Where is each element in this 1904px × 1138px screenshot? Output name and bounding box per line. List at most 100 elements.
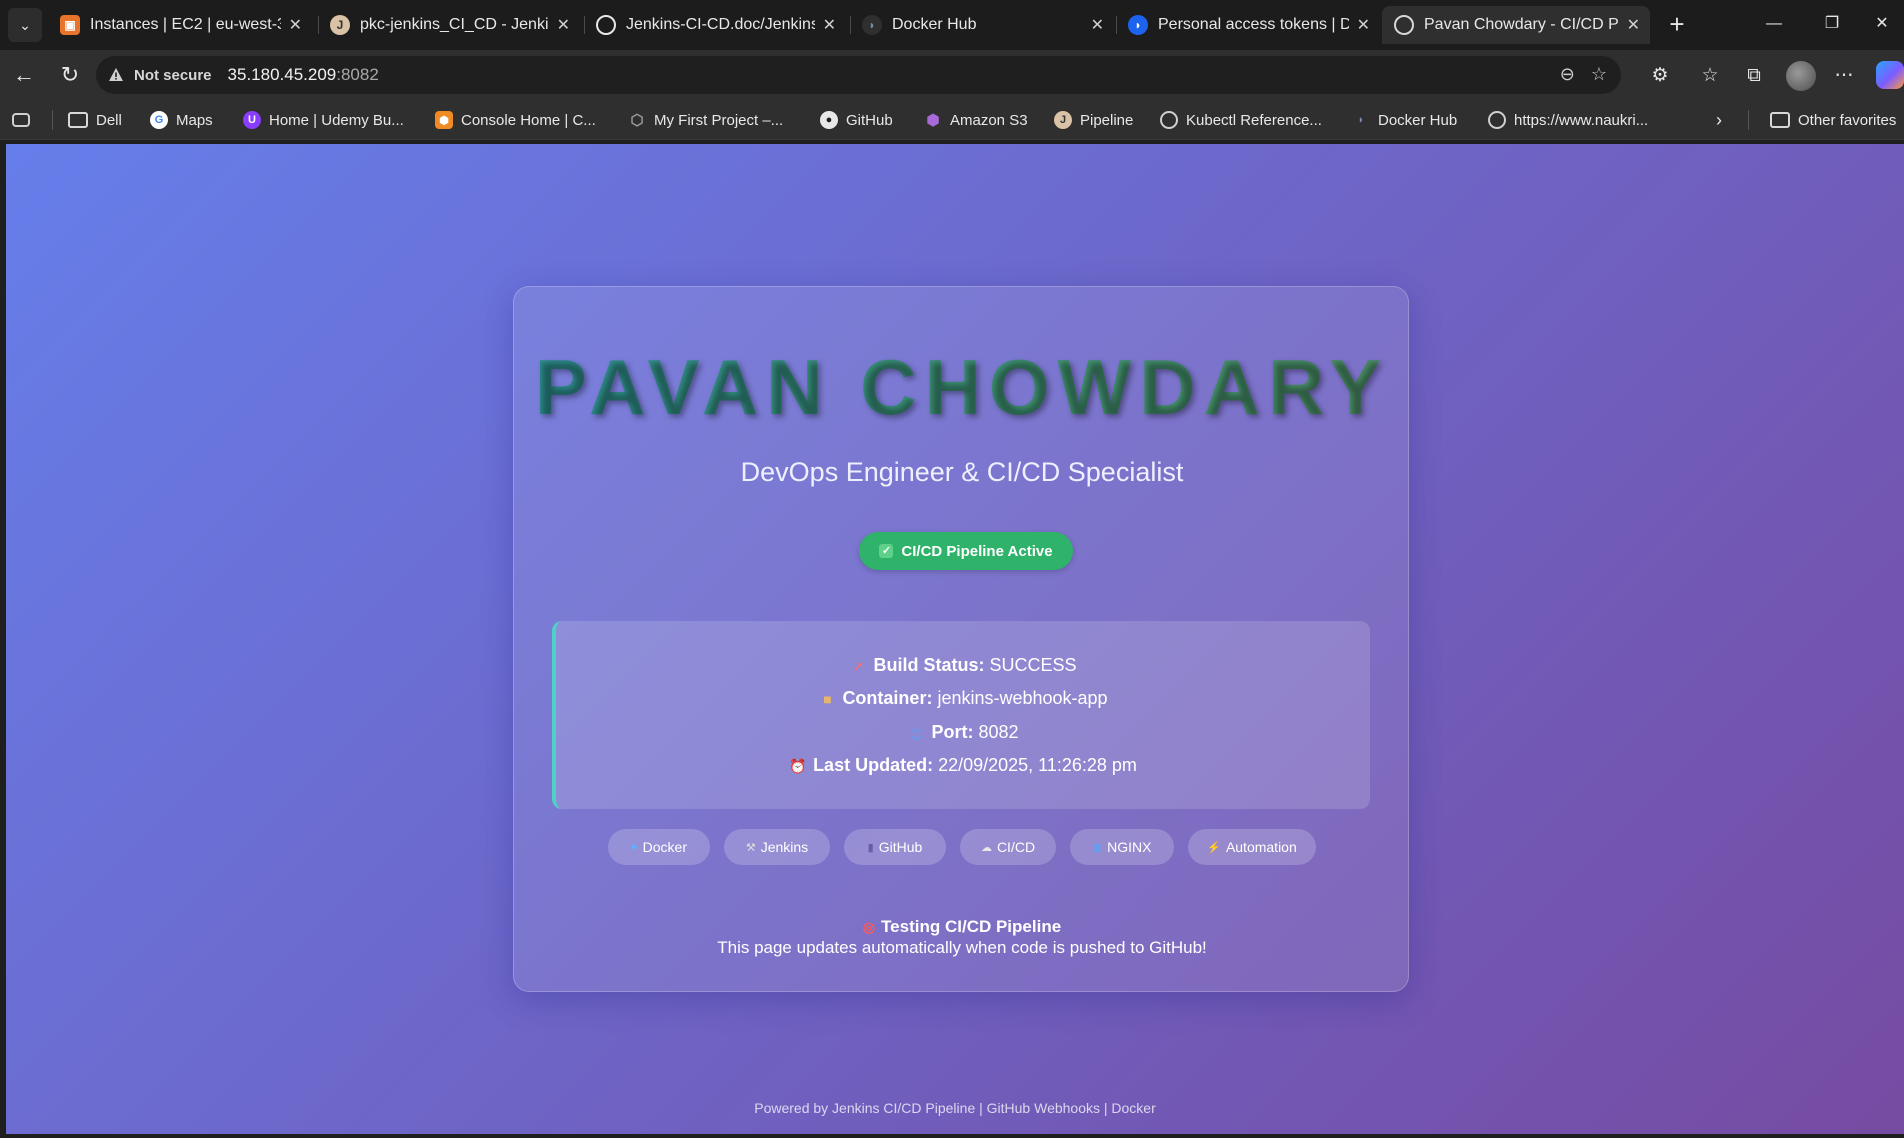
- tab-github-doc[interactable]: Jenkins-CI-CD.doc/Jenkins at ✕: [584, 6, 846, 44]
- tab-title: Instances | EC2 | eu-west-3: [90, 16, 281, 33]
- docker-icon: ◗: [1352, 111, 1370, 129]
- tab-strip: ⌄ ▣ Instances | EC2 | eu-west-3 ✕ J pkc-…: [0, 0, 1904, 50]
- google-icon: G: [150, 111, 168, 129]
- package-icon: ■: [823, 691, 832, 707]
- warning-icon: [109, 68, 123, 81]
- bookmark-docker-hub[interactable]: ◗ Docker Hub: [1352, 108, 1457, 132]
- bookmark-divider: [52, 110, 53, 130]
- tag-label: GitHub: [878, 839, 923, 855]
- close-icon[interactable]: ✕: [1091, 15, 1104, 35]
- arrow-left-icon: ←: [13, 62, 35, 87]
- tag-label: Jenkins: [760, 839, 809, 855]
- bookmarks-bar: Dell G Maps U Home | Udemy Bu... ⬢ Conso…: [0, 100, 1904, 140]
- aws-icon: ⬢: [435, 111, 453, 129]
- profile-avatar[interactable]: [1786, 61, 1816, 91]
- port-label: Port:: [931, 722, 974, 742]
- lightning-icon: ⚡: [1207, 841, 1221, 854]
- chevron-down-icon: ⌄: [19, 16, 31, 33]
- build-status-label: Build Status:: [873, 655, 985, 675]
- docker-icon: ◗: [862, 15, 882, 35]
- build-status-row: ➚ Build Status: SUCCESS: [556, 655, 1370, 676]
- bookmark-kubectl[interactable]: Kubectl Reference...: [1160, 108, 1322, 132]
- restore-button[interactable]: ❐: [1810, 8, 1854, 40]
- tab-title: Docker Hub: [892, 16, 977, 33]
- bookmark-maps[interactable]: G Maps: [150, 108, 213, 132]
- copilot-icon[interactable]: [1876, 61, 1904, 89]
- tag-cicd: ☁ CI/CD: [960, 829, 1056, 865]
- tab-docker-hub[interactable]: ◗ Docker Hub ✕: [850, 6, 1114, 44]
- whale-icon: ●: [630, 841, 638, 853]
- collections-icon: ⧉: [1747, 65, 1761, 86]
- tab-pavan-chowdary[interactable]: Pavan Chowdary - CI/CD Pipe ✕: [1382, 6, 1650, 44]
- bookmark-label: Console Home | C...: [461, 111, 596, 129]
- refresh-button[interactable]: ↻: [56, 62, 84, 90]
- close-icon[interactable]: ✕: [823, 15, 836, 35]
- wrench-icon: ⚒: [745, 841, 756, 854]
- aws-ec2-icon: ▣: [60, 15, 80, 35]
- gcp-icon: ⬡: [630, 112, 644, 129]
- bookmark-github[interactable]: ● GitHub: [820, 108, 893, 132]
- tab-docker-tokens[interactable]: ◗ Personal access tokens | Dock ✕: [1116, 6, 1380, 44]
- close-icon[interactable]: ✕: [557, 15, 570, 35]
- favorites-button[interactable]: ☆: [1696, 62, 1724, 90]
- star-icon[interactable]: ☆: [1591, 64, 1607, 85]
- minimize-button[interactable]: —: [1752, 8, 1796, 40]
- container-label: Container:: [842, 688, 933, 708]
- bookmark-other-favorites[interactable]: Other favorites: [1770, 108, 1896, 132]
- book-icon: ▮: [867, 841, 874, 854]
- bookmark-label: https://www.naukri...: [1514, 111, 1649, 129]
- globe-icon: ◍: [1092, 841, 1103, 854]
- bookmark-label: GitHub: [846, 111, 893, 129]
- bookmark-udemy[interactable]: U Home | Udemy Bu...: [243, 108, 404, 132]
- close-icon[interactable]: ✕: [289, 15, 302, 35]
- tab-jenkins[interactable]: J pkc-jenkins_CI_CD - Jenkins ✕: [318, 6, 580, 44]
- bookmark-naukri[interactable]: https://www.naukri...: [1488, 108, 1648, 132]
- bookmark-divider: [1748, 110, 1749, 130]
- close-icon[interactable]: ✕: [1357, 15, 1370, 35]
- tag-label: NGINX: [1107, 839, 1152, 855]
- bookmark-amazon-s3[interactable]: ⬢ Amazon S3: [924, 108, 1027, 132]
- tag-docker: ● Docker: [608, 829, 710, 865]
- last-updated-value: 22/09/2025, 11:26:28 pm: [938, 755, 1137, 775]
- close-window-button[interactable]: ✕: [1860, 8, 1904, 40]
- bookmark-dell[interactable]: Dell: [68, 108, 122, 132]
- browser-toolbar: ← ↻ Not secure 35.180.45.209:8082 ⊖ ☆ ⚙ …: [0, 50, 1904, 100]
- collections-button[interactable]: ⧉: [1740, 62, 1768, 90]
- zoom-out-icon[interactable]: ⊖: [1560, 64, 1575, 85]
- last-updated-label: Last Updated:: [813, 755, 934, 775]
- settings-menu-button[interactable]: ⋯: [1830, 62, 1858, 90]
- puzzle-icon: ⚙: [1651, 65, 1669, 86]
- refresh-icon: ↻: [60, 62, 80, 87]
- jenkins-icon: J: [1054, 111, 1072, 129]
- page-footer: Powered by Jenkins CI/CD Pipeline | GitH…: [754, 1100, 1156, 1116]
- sidebar-toggle-button[interactable]: [12, 108, 38, 132]
- bookmark-gcp-project[interactable]: ⬡ My First Project –...: [628, 108, 783, 132]
- tag-automation: ⚡ Automation: [1188, 829, 1316, 865]
- new-tab-button[interactable]: +: [1662, 10, 1692, 40]
- tag-nginx: ◍ NGINX: [1070, 829, 1174, 865]
- tab-sidebar-icon: [12, 113, 30, 127]
- port-value: 8082: [978, 722, 1019, 742]
- bookmark-label: Home | Udemy Bu...: [269, 111, 404, 129]
- bookmark-aws-console[interactable]: ⬢ Console Home | C...: [435, 108, 596, 132]
- bookmark-label: Pipeline: [1080, 111, 1134, 129]
- more-bookmarks-button[interactable]: ›: [1716, 108, 1722, 132]
- extensions-button[interactable]: ⚙: [1646, 62, 1674, 90]
- security-status-label[interactable]: Not secure: [134, 67, 212, 84]
- bookmark-pipeline[interactable]: J Pipeline: [1054, 108, 1133, 132]
- globe-icon: [1394, 15, 1414, 35]
- bookmark-label: Other favorites: [1798, 111, 1897, 129]
- testing-text: This page updates automatically when cod…: [717, 938, 1207, 957]
- tab-ec2[interactable]: ▣ Instances | EC2 | eu-west-3 ✕: [48, 6, 312, 44]
- tag-label: Docker: [642, 839, 687, 855]
- close-icon[interactable]: ✕: [1627, 15, 1640, 35]
- container-row: ■ Container: jenkins-webhook-app: [556, 688, 1370, 709]
- tab-actions-menu-button[interactable]: ⌄: [8, 8, 42, 42]
- more-icon: ⋯: [1834, 65, 1854, 86]
- address-bar[interactable]: Not secure 35.180.45.209:8082 ⊖ ☆: [96, 56, 1621, 94]
- url-host: 35.180.45.209: [227, 65, 337, 84]
- testing-title-text: Testing CI/CD Pipeline: [881, 917, 1062, 936]
- back-button[interactable]: ←: [10, 62, 38, 90]
- tab-title: Pavan Chowdary - CI/CD Pipe: [1424, 16, 1619, 33]
- folder-icon: [1770, 112, 1790, 128]
